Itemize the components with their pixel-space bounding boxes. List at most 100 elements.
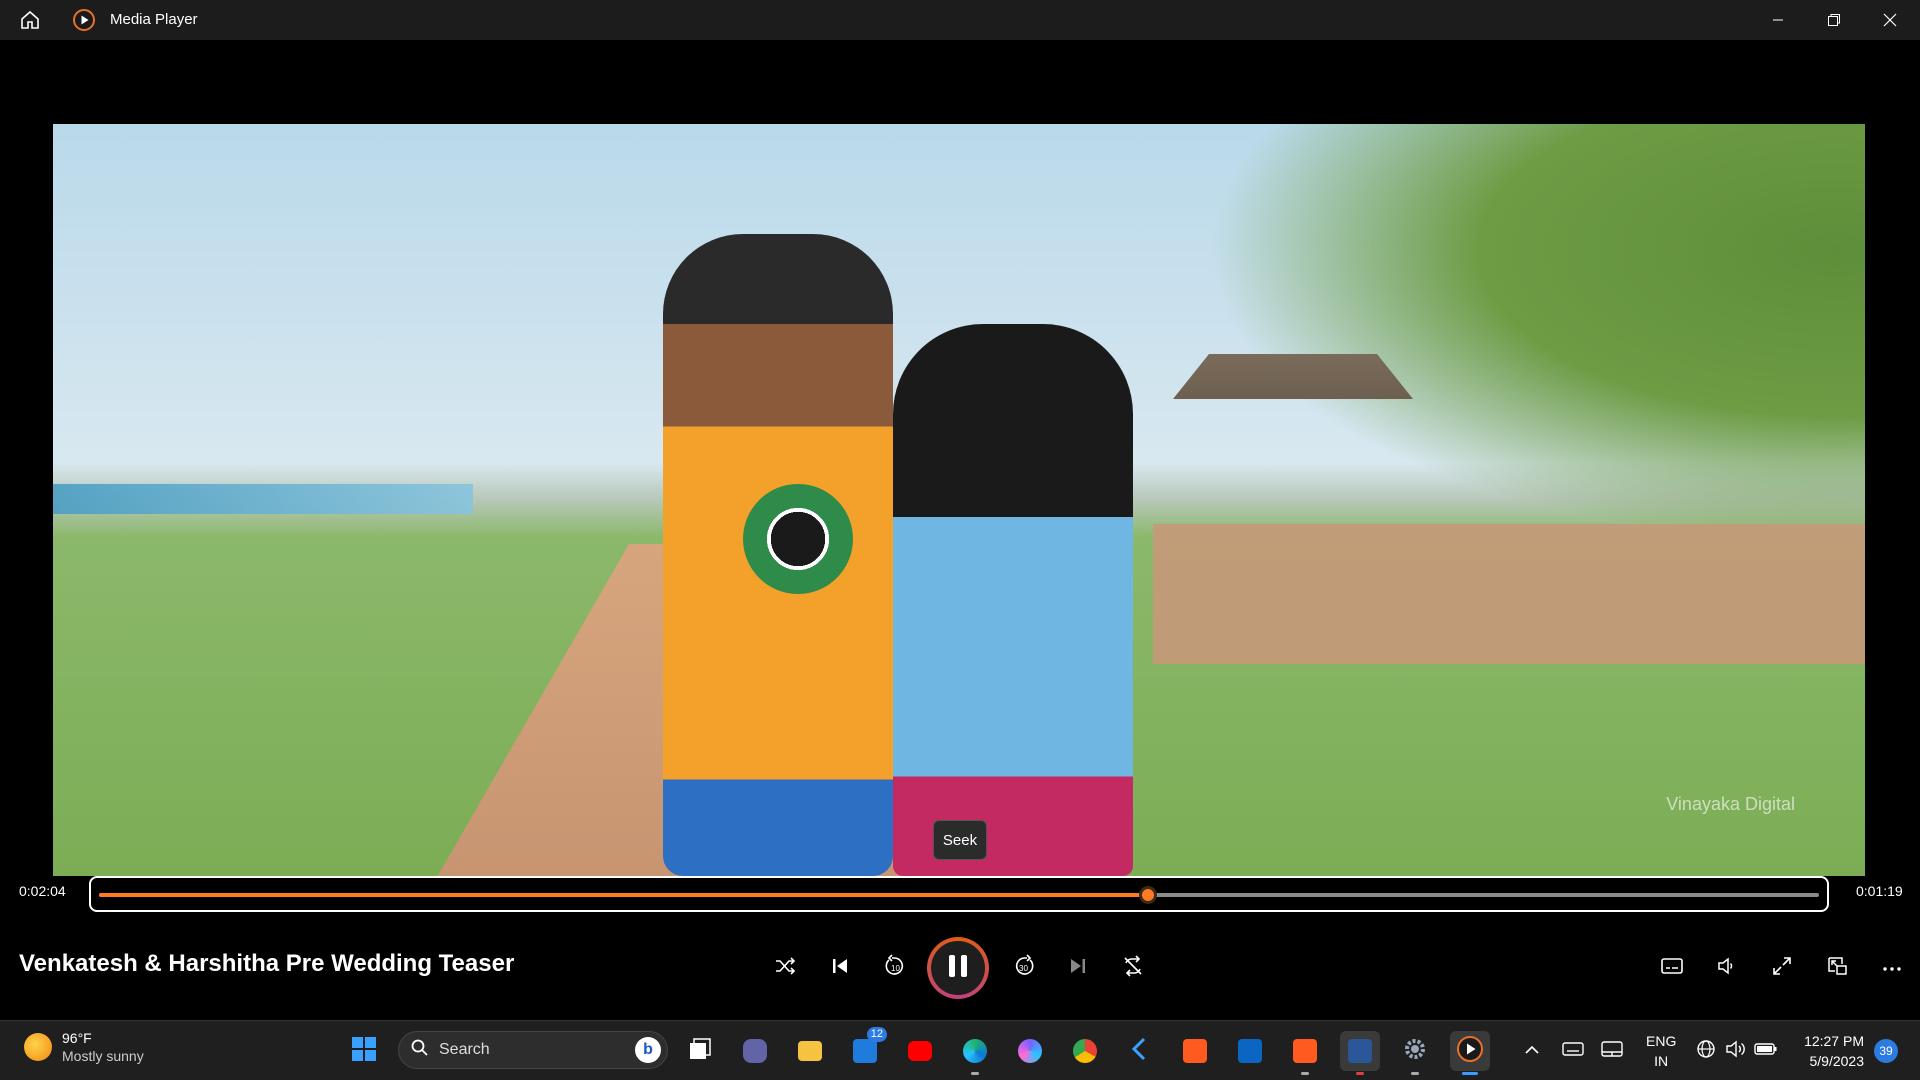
taskbar-teams[interactable]	[735, 1031, 775, 1071]
restore-button[interactable]	[1806, 0, 1862, 40]
taskbar-word[interactable]	[1340, 1031, 1380, 1075]
video-scene-sea	[53, 484, 473, 514]
next-icon	[1068, 956, 1088, 981]
keyboard-tray-button[interactable]	[1553, 1031, 1593, 1071]
teams-chat-icon	[743, 1039, 767, 1063]
previous-button[interactable]	[814, 942, 866, 994]
elapsed-time: 0:02:04	[19, 883, 66, 899]
taskbar-clock[interactable]: 12:27 PM 5/9/2023	[1794, 1031, 1864, 1071]
pause-icon	[946, 953, 970, 984]
taskbar-app-orange[interactable]	[1175, 1031, 1215, 1071]
battery-icon	[1754, 1041, 1778, 1062]
battery-tray-button[interactable]	[1746, 1031, 1786, 1071]
weather-widget[interactable]: 96°F Mostly sunny	[24, 1029, 144, 1065]
running-indicator	[1356, 1072, 1364, 1075]
fullscreen-button[interactable]	[1756, 942, 1808, 994]
active-indicator	[1462, 1072, 1478, 1075]
taskbar-app-orange-2[interactable]	[1285, 1031, 1325, 1075]
taskbar-task-view[interactable]	[680, 1031, 720, 1071]
orange-app-2-icon	[1293, 1039, 1317, 1063]
rewind-10-icon: 10	[883, 953, 907, 983]
k-app-icon	[1128, 1037, 1152, 1066]
language-indicator[interactable]: ENG IN	[1646, 1031, 1676, 1071]
chrome-icon	[1073, 1039, 1097, 1063]
taskbar-linkedin[interactable]	[1230, 1031, 1270, 1071]
next-button[interactable]	[1052, 942, 1104, 994]
more-options-button[interactable]	[1866, 942, 1918, 994]
video-title: Venkatesh & Harshitha Pre Wedding Teaser	[19, 950, 515, 977]
keyboard-icon	[1562, 1041, 1584, 1062]
miniplayer-button[interactable]	[1811, 942, 1863, 994]
globe-icon	[1696, 1039, 1716, 1064]
forward-30-button[interactable]: 30	[998, 942, 1050, 994]
seek-track[interactable]	[99, 886, 1819, 904]
speaker-icon	[1725, 1039, 1747, 1064]
touchpad-icon	[1601, 1040, 1623, 1062]
touchpad-tray-button[interactable]	[1592, 1031, 1632, 1071]
start-button[interactable]	[344, 1031, 384, 1071]
volume-button[interactable]	[1700, 942, 1752, 994]
rewind-10-button[interactable]: 10	[869, 942, 921, 994]
taskbar-app-k[interactable]	[1120, 1031, 1160, 1071]
seek-tooltip: Seek	[933, 820, 987, 860]
previous-icon	[830, 956, 850, 981]
weather-desc: Mostly sunny	[62, 1048, 144, 1064]
media-player-logo-icon	[70, 0, 98, 40]
close-button[interactable]	[1862, 0, 1918, 40]
search-placeholder: Search	[439, 1041, 490, 1058]
task-view-icon	[687, 1036, 713, 1067]
miniplayer-icon	[1826, 955, 1848, 982]
gear-icon	[1402, 1036, 1428, 1067]
seek-bar[interactable]	[89, 876, 1829, 912]
taskbar-mail[interactable]: 12	[845, 1027, 887, 1071]
taskbar: 96°F Mostly sunny Search b 12 ENG IN 12:…	[0, 1020, 1920, 1080]
minimize-button[interactable]	[1750, 0, 1806, 40]
svg-text:10: 10	[891, 964, 900, 973]
copilot-icon	[1018, 1039, 1042, 1063]
taskbar-settings[interactable]	[1395, 1031, 1435, 1075]
svg-text:30: 30	[1019, 964, 1028, 973]
weather-sun-icon	[24, 1033, 52, 1061]
video-scene-hill	[1205, 124, 1865, 544]
folder-icon	[798, 1041, 822, 1061]
bing-icon[interactable]: b	[635, 1037, 661, 1063]
shuffle-button[interactable]	[759, 942, 811, 994]
running-indicator	[971, 1072, 979, 1075]
repeat-off-icon	[1122, 954, 1144, 982]
weather-temp: 96°F	[62, 1030, 92, 1046]
app-title: Media Player	[110, 11, 198, 28]
video-watermark: Vinayaka Digital	[1666, 794, 1795, 814]
mail-icon	[853, 1039, 877, 1063]
volume-icon	[1716, 956, 1736, 981]
youtube-icon	[908, 1041, 932, 1061]
video-frame[interactable]: Vinayaka Digital	[53, 124, 1865, 876]
show-hidden-icons-button[interactable]	[1512, 1031, 1552, 1071]
fullscreen-icon	[1772, 956, 1792, 981]
language-top: ENG	[1646, 1033, 1677, 1049]
video-scene-shirt-logo	[743, 484, 853, 594]
taskbar-chrome[interactable]	[1065, 1031, 1105, 1071]
clock-time: 12:27 PM	[1804, 1033, 1864, 1049]
taskbar-search[interactable]: Search b	[398, 1031, 668, 1069]
captions-icon	[1661, 957, 1683, 980]
repeat-button[interactable]	[1107, 942, 1159, 994]
taskbar-copilot[interactable]	[1010, 1031, 1050, 1071]
more-icon	[1882, 959, 1902, 977]
running-indicator	[1301, 1072, 1309, 1075]
taskbar-file-explorer[interactable]	[790, 1031, 830, 1071]
notification-badge[interactable]: 39	[1874, 1039, 1898, 1063]
pause-button[interactable]	[927, 937, 989, 999]
video-scene-ground	[1153, 524, 1865, 664]
seek-thumb[interactable]	[1139, 886, 1158, 904]
mail-badge: 12	[866, 1027, 887, 1042]
weather-text: 96°F Mostly sunny	[62, 1029, 144, 1065]
taskbar-youtube[interactable]	[900, 1031, 940, 1071]
search-icon	[411, 1039, 429, 1062]
captions-button[interactable]	[1646, 942, 1698, 994]
language-bottom: IN	[1654, 1053, 1669, 1069]
taskbar-edge[interactable]	[955, 1031, 995, 1075]
chevron-up-icon	[1525, 1042, 1539, 1060]
taskbar-media-player[interactable]	[1450, 1031, 1490, 1075]
home-icon[interactable]	[14, 0, 46, 40]
video-scene-woman	[893, 324, 1133, 876]
